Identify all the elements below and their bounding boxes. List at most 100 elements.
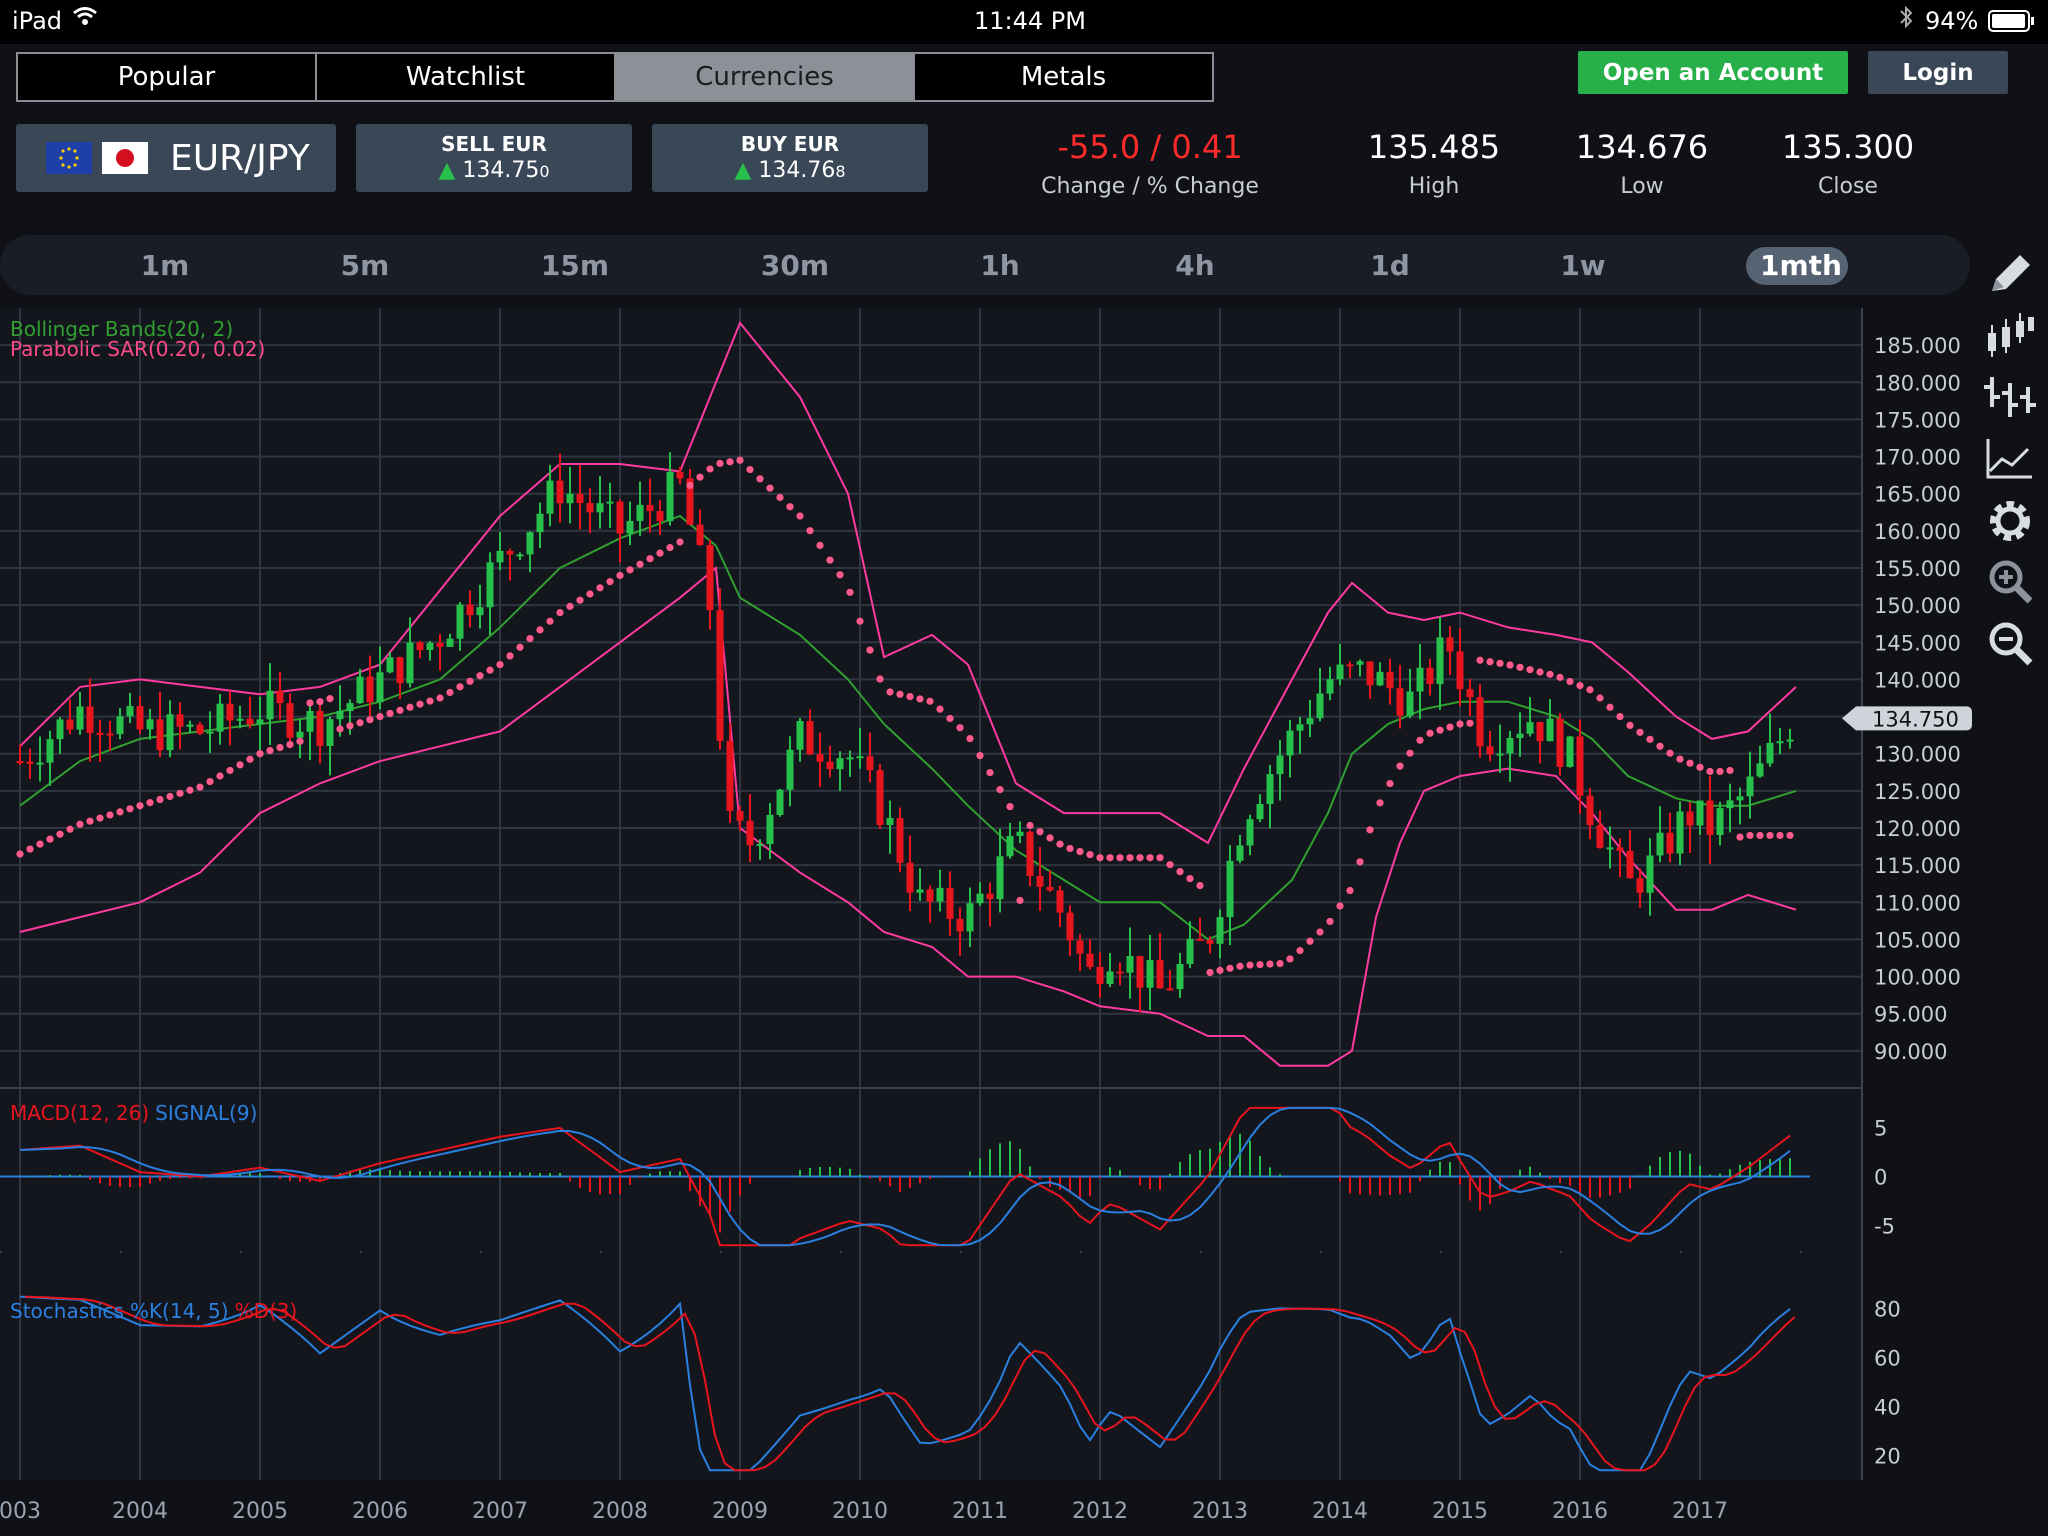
sar-dot <box>1246 961 1254 969</box>
candle-body <box>1216 917 1224 944</box>
candle-body <box>1516 733 1524 739</box>
sar-dot <box>1566 677 1574 686</box>
sell-label: SELL EUR <box>441 132 547 156</box>
sar-dot <box>816 541 824 550</box>
candle-body <box>526 532 534 555</box>
battery-percent: 94% <box>1925 7 1979 35</box>
sar-dot <box>876 675 884 683</box>
candle-body <box>476 607 484 616</box>
candle-body <box>196 724 204 734</box>
candle-body <box>1706 800 1714 836</box>
candle-body <box>1146 960 1154 988</box>
sar-dot <box>56 830 64 838</box>
sar-dot <box>1296 946 1304 955</box>
candle-body <box>1256 803 1264 820</box>
y-tick-label: 160.000 <box>1874 520 1961 544</box>
timeframe-5m[interactable]: 5m <box>330 247 400 285</box>
candle-body <box>716 610 724 741</box>
settings-gear-icon[interactable] <box>1982 493 2038 549</box>
sar-dot <box>406 703 414 711</box>
sar-dot <box>176 789 184 797</box>
ohlc-bars-icon[interactable] <box>1982 369 2038 425</box>
candle-body <box>1116 971 1124 974</box>
sar-dot <box>1086 851 1094 859</box>
macd-legend: MACD(12, 26) SIGNAL(9) <box>10 1101 257 1125</box>
x-tick-label: 2012 <box>1072 1499 1128 1524</box>
sar-dot <box>996 786 1004 794</box>
sar-dot <box>846 588 854 596</box>
sar-dot <box>1006 803 1014 811</box>
clock: 11:44 PM <box>974 7 1086 35</box>
zoom-out-icon[interactable] <box>1982 617 2038 673</box>
candle-body <box>836 758 844 770</box>
sar-dot <box>1306 937 1314 945</box>
pencil-icon[interactable] <box>1982 247 2038 303</box>
sar-dot <box>706 465 714 473</box>
open-account-button[interactable]: Open an Account <box>1578 51 1848 94</box>
sar-dot <box>1416 736 1424 744</box>
candle-body <box>866 756 874 771</box>
timeframe-1m[interactable]: 1m <box>130 247 200 285</box>
sar-dot <box>306 699 314 707</box>
candle-body <box>1276 755 1284 775</box>
instrument-selector[interactable]: EUR/JPY <box>16 124 336 192</box>
stoch-y-tick: 60 <box>1874 1347 1901 1371</box>
candle-body <box>966 903 974 932</box>
sar-dot <box>1046 834 1054 842</box>
timeframe-1d[interactable]: 1d <box>1355 247 1425 285</box>
chart-background <box>0 308 1862 1480</box>
sar-dot <box>1516 663 1524 671</box>
sar-dot <box>986 768 994 777</box>
candlestick-icon[interactable] <box>1982 307 2038 363</box>
price-chart[interactable]: 003 2004 2005 2006 2007 2008 2009 2010 2011 2012 2… <box>0 0 2048 1536</box>
candle-body <box>1056 890 1064 913</box>
sar-dot <box>1696 763 1704 771</box>
candle-body <box>116 716 124 735</box>
sar-dot <box>886 688 894 696</box>
login-button[interactable]: Login <box>1868 51 2008 94</box>
tab-popular[interactable]: Popular <box>18 54 317 100</box>
candle-body <box>336 711 344 720</box>
sar-dot <box>1596 694 1604 702</box>
timeframe-1h[interactable]: 1h <box>965 247 1035 285</box>
bollinger-upper-line <box>19 320 1797 845</box>
x-tick-label: 2004 <box>112 1499 168 1524</box>
macd-legend-macd: MACD(12, 26) <box>10 1101 149 1125</box>
sar-dot <box>36 840 44 848</box>
candle-body <box>106 733 114 736</box>
sar-dot <box>1026 821 1034 830</box>
candle-body <box>486 562 494 608</box>
tab-watchlist[interactable]: Watchlist <box>317 54 616 100</box>
buy-button[interactable]: BUY EUR ▲ 134.768 <box>652 124 928 192</box>
sar-dot <box>1676 755 1684 763</box>
timeframe-1mth[interactable]: 1mth <box>1746 247 1848 285</box>
candle-body <box>166 714 174 751</box>
timeframe-1w[interactable]: 1w <box>1548 247 1618 285</box>
stoch-y-tick: 80 <box>1874 1298 1901 1322</box>
candle-body <box>1346 664 1354 667</box>
candle-body <box>56 719 64 740</box>
candle-body <box>316 710 324 746</box>
sell-button[interactable]: SELL EUR ▲ 134.750 <box>356 124 632 192</box>
candle-body <box>1486 746 1494 755</box>
stoch-y-tick: 40 <box>1874 1396 1901 1420</box>
sar-dot <box>1706 767 1714 776</box>
sar-dot <box>576 596 584 604</box>
instrument-name: EUR/JPY <box>170 137 310 179</box>
sar-dot <box>1736 833 1744 841</box>
zoom-in-icon[interactable] <box>1982 555 2038 611</box>
buy-pip: 8 <box>835 162 846 181</box>
timeframe-15m[interactable]: 15m <box>540 247 610 285</box>
candle-body <box>1166 988 1174 991</box>
candle-body <box>1756 763 1764 777</box>
tab-currencies[interactable]: Currencies <box>616 54 915 100</box>
line-chart-icon[interactable] <box>1982 431 2038 487</box>
tab-metals[interactable]: Metals <box>915 54 1212 100</box>
close-label: Close <box>1818 174 1878 199</box>
sar-dot <box>1216 966 1224 974</box>
timeframe-4h[interactable]: 4h <box>1160 247 1230 285</box>
candle-body <box>186 724 194 727</box>
timeframe-30m[interactable]: 30m <box>755 247 835 285</box>
candle-body <box>1106 971 1114 984</box>
sar-dot <box>356 719 364 727</box>
